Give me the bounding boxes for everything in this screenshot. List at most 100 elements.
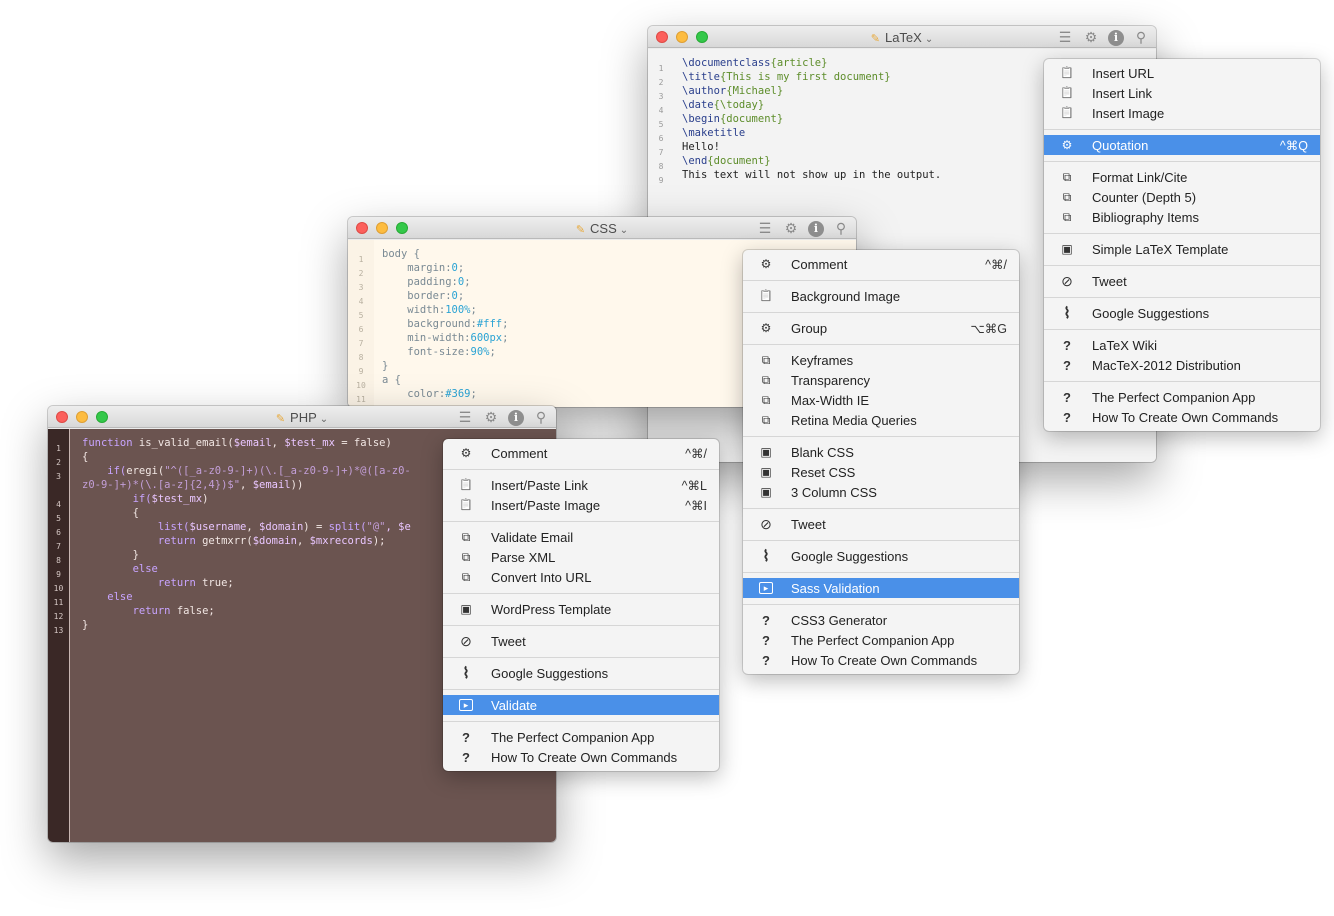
- code-token: min-width:: [382, 332, 471, 344]
- chevron-down-icon[interactable]: ⌄: [320, 414, 328, 425]
- menu-item-validate-email[interactable]: ⧉ Validate Email: [443, 527, 719, 547]
- line-number: 11: [53, 598, 64, 607]
- menu-item-the-perfect-companion-app[interactable]: ? The Perfect Companion App: [743, 630, 1019, 650]
- menu-item-comment[interactable]: ⚙ Comment ^⌘/: [743, 254, 1019, 274]
- menu-item-google-suggestions[interactable]: ⌇ Google Suggestions: [743, 546, 1019, 566]
- chevron-down-icon[interactable]: ⌄: [620, 225, 628, 236]
- menu-item-counter-depth-5[interactable]: ⧉ Counter (Depth 5): [1044, 187, 1320, 207]
- menu-item-tweet[interactable]: ⊘ Tweet: [1044, 271, 1320, 291]
- code-token: \title: [682, 71, 720, 83]
- menu-item-bibliography-items[interactable]: ⧉ Bibliography Items: [1044, 207, 1320, 227]
- title-bar[interactable]: ✎ CSS ⌄ ☰ ⚙ i ⚲: [348, 217, 856, 239]
- question-icon: ?: [462, 749, 470, 765]
- document-type-label[interactable]: LaTeX: [885, 30, 922, 45]
- document-type-label[interactable]: CSS: [590, 221, 617, 236]
- clipboard-icon: 📋: [1060, 66, 1074, 79]
- compass-icon: ⊘: [1061, 273, 1073, 289]
- minimize-window-button[interactable]: [76, 411, 88, 423]
- chevron-down-icon[interactable]: ⌄: [925, 34, 933, 45]
- menu-item-group[interactable]: ⚙ Group ⌥⌘G: [743, 318, 1019, 338]
- menu-item-css3-generator[interactable]: ? CSS3 Generator: [743, 610, 1019, 630]
- pin-icon[interactable]: ⚲: [832, 219, 850, 237]
- minimize-window-button[interactable]: [376, 222, 388, 234]
- line-number: 1: [658, 64, 664, 73]
- menu-item-insert-paste-image[interactable]: 📋 Insert/Paste Image ^⌘I: [443, 495, 719, 515]
- puzzle-icon: ⧉: [461, 550, 471, 564]
- pin-icon[interactable]: ⚲: [532, 408, 550, 426]
- menu-item-validate[interactable]: ▸ Validate: [443, 695, 719, 715]
- menu-item-transparency[interactable]: ⧉ Transparency: [743, 370, 1019, 390]
- document-type-label[interactable]: PHP: [290, 410, 317, 425]
- menu-item-google-suggestions[interactable]: ⌇ Google Suggestions: [1044, 303, 1320, 323]
- menu-item-insert-image[interactable]: 📋 Insert Image: [1044, 103, 1320, 123]
- zoom-window-button[interactable]: [396, 222, 408, 234]
- line-number-gutter: 1 2 3 4 5 6 7 8 9 10 11 12 13: [48, 429, 70, 842]
- code-token: else: [82, 591, 133, 603]
- code-token: list(: [82, 521, 190, 533]
- info-icon[interactable]: i: [1108, 29, 1124, 46]
- menu-item-3-column-css[interactable]: ▣ 3 Column CSS: [743, 482, 1019, 502]
- list-icon[interactable]: ☰: [456, 408, 474, 426]
- menu-item-max-width-ie[interactable]: ⧉ Max-Width IE: [743, 390, 1019, 410]
- compass-icon: ⊘: [460, 633, 472, 649]
- gear-icon[interactable]: ⚙: [482, 408, 500, 426]
- menu-separator: [1044, 161, 1320, 162]
- title-bar[interactable]: ✎ PHP ⌄ ☰ ⚙ i ⚲: [48, 406, 556, 428]
- menu-item-how-to-create-own-commands[interactable]: ? How To Create Own Commands: [743, 650, 1019, 670]
- close-window-button[interactable]: [356, 222, 368, 234]
- code-token: getmxrr(: [202, 535, 253, 547]
- pin-icon[interactable]: ⚲: [1132, 28, 1150, 46]
- line-number: 10: [356, 381, 366, 390]
- code-token: , $e: [385, 521, 411, 533]
- info-icon[interactable]: i: [508, 409, 524, 426]
- menu-item-how-to-create-own-commands[interactable]: ? How To Create Own Commands: [1044, 407, 1320, 427]
- menu-item-the-perfect-companion-app[interactable]: ? The Perfect Companion App: [1044, 387, 1320, 407]
- menu-item-wordpress-template[interactable]: ▣ WordPress Template: [443, 599, 719, 619]
- menu-item-label: WordPress Template: [491, 601, 612, 617]
- menu-item-parse-xml[interactable]: ⧉ Parse XML: [443, 547, 719, 567]
- menu-item-tweet[interactable]: ⊘ Tweet: [743, 514, 1019, 534]
- code-token: $test_mx: [284, 437, 335, 449]
- close-window-button[interactable]: [656, 31, 668, 43]
- line-number: 5: [56, 514, 61, 523]
- code-token: \date: [682, 99, 714, 111]
- menu-item-comment[interactable]: ⚙ Comment ^⌘/: [443, 443, 719, 463]
- menu-item-label: 3 Column CSS: [791, 484, 877, 500]
- code-token: {article}: [770, 57, 828, 69]
- zoom-window-button[interactable]: [96, 411, 108, 423]
- close-window-button[interactable]: [56, 411, 68, 423]
- gear-icon[interactable]: ⚙: [782, 219, 800, 237]
- menu-item-blank-css[interactable]: ▣ Blank CSS: [743, 442, 1019, 462]
- menu-item-tweet[interactable]: ⊘ Tweet: [443, 631, 719, 651]
- menu-item-sass-validation[interactable]: ▸ Sass Validation: [743, 578, 1019, 598]
- menu-item-background-image[interactable]: 📋 Background Image: [743, 286, 1019, 306]
- menu-item-latex-wiki[interactable]: ? LaTeX Wiki: [1044, 335, 1320, 355]
- menu-item-label: Format Link/Cite: [1092, 169, 1188, 185]
- menu-item-reset-css[interactable]: ▣ Reset CSS: [743, 462, 1019, 482]
- list-icon[interactable]: ☰: [756, 219, 774, 237]
- menu-item-simple-latex-template[interactable]: ▣ Simple LaTeX Template: [1044, 239, 1320, 259]
- menu-item-insert-paste-link[interactable]: 📋 Insert/Paste Link ^⌘L: [443, 475, 719, 495]
- menu-item-mactex-2012-distribution[interactable]: ? MacTeX-2012 Distribution: [1044, 355, 1320, 375]
- menu-item-the-perfect-companion-app[interactable]: ? The Perfect Companion App: [443, 727, 719, 747]
- template-icon: ▣: [760, 445, 772, 459]
- info-icon[interactable]: i: [808, 220, 824, 237]
- menu-item-insert-url[interactable]: 📋 Insert URL: [1044, 63, 1320, 83]
- zoom-window-button[interactable]: [696, 31, 708, 43]
- menu-item-insert-link[interactable]: 📋 Insert Link: [1044, 83, 1320, 103]
- menu-item-retina-media-queries[interactable]: ⧉ Retina Media Queries: [743, 410, 1019, 430]
- list-icon[interactable]: ☰: [1056, 28, 1074, 46]
- code-token: return: [82, 535, 203, 547]
- menu-item-format-link-cite[interactable]: ⧉ Format Link/Cite: [1044, 167, 1320, 187]
- code-token: return: [82, 577, 203, 589]
- menu-item-keyframes[interactable]: ⧉ Keyframes: [743, 350, 1019, 370]
- title-bar[interactable]: ✎ LaTeX ⌄ ☰ ⚙ i ⚲: [648, 26, 1156, 48]
- menu-item-how-to-create-own-commands[interactable]: ? How To Create Own Commands: [443, 747, 719, 767]
- gear-icon[interactable]: ⚙: [1082, 28, 1100, 46]
- code-token: width:: [382, 304, 446, 316]
- menu-separator: [1044, 265, 1320, 266]
- menu-item-convert-into-url[interactable]: ⧉ Convert Into URL: [443, 567, 719, 587]
- menu-item-google-suggestions[interactable]: ⌇ Google Suggestions: [443, 663, 719, 683]
- minimize-window-button[interactable]: [676, 31, 688, 43]
- menu-item-quotation[interactable]: ⚙ Quotation ^⌘Q: [1044, 135, 1320, 155]
